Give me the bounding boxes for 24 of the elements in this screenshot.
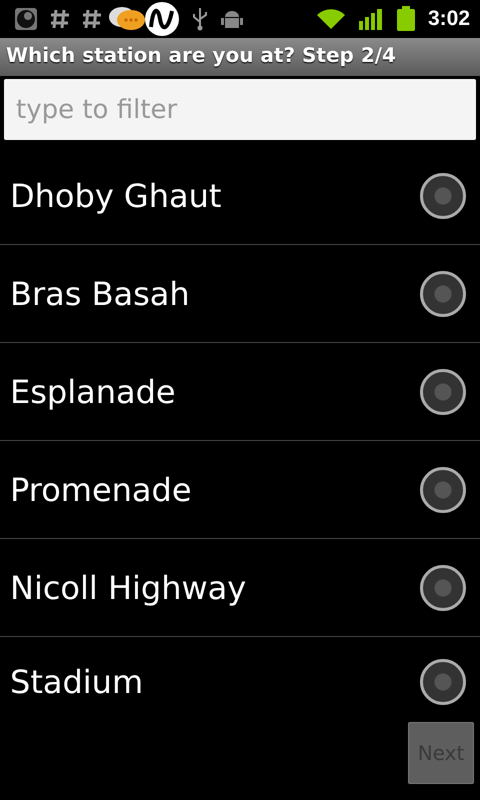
radio-button[interactable]: [420, 368, 466, 414]
station-name: Esplanade: [10, 372, 177, 410]
signal-bars-icon: [358, 7, 384, 31]
usb-icon: [192, 6, 208, 32]
hash-icon: [50, 8, 70, 30]
station-name: Dhoby Ghaut: [10, 176, 222, 214]
screen-title: Which station are you at? Step 2/4: [0, 38, 480, 76]
battery-icon: [396, 6, 416, 32]
station-name: Promenade: [10, 470, 193, 508]
radio-button[interactable]: [420, 466, 466, 512]
station-name: Stadium: [10, 663, 144, 701]
hash-icon: [82, 8, 102, 30]
app-icon: [14, 7, 38, 31]
radio-button[interactable]: [420, 659, 466, 705]
filter-field[interactable]: type to filter: [4, 79, 476, 140]
station-name: Nicoll Highway: [10, 568, 248, 606]
radio-button[interactable]: [420, 172, 466, 218]
radio-button[interactable]: [420, 564, 466, 610]
chat-bubble-icon: [108, 5, 146, 33]
station-name: Bras Basah: [10, 274, 191, 312]
wifi-icon: [316, 7, 346, 31]
radio-button[interactable]: [420, 270, 466, 316]
clock-time: 3:02: [428, 7, 470, 31]
android-robot-icon: [220, 8, 244, 30]
